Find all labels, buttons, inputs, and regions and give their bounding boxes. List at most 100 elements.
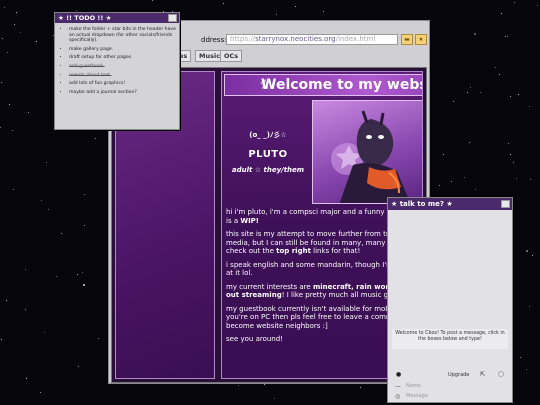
star-dot	[439, 185, 440, 186]
todo-item: rework about text.	[69, 73, 179, 79]
star-icon[interactable]: ★	[415, 34, 427, 45]
star-dot	[526, 369, 527, 370]
user-icon[interactable]: ●	[396, 371, 401, 378]
profile-tagline: adult ☆ they/them	[231, 166, 305, 174]
star-dot	[475, 189, 476, 190]
name-field-icon: —	[395, 383, 401, 390]
banner-text: Welcome to my webs	[261, 77, 423, 93]
star-dot	[530, 179, 531, 180]
star-dot	[274, 398, 275, 399]
bio-line: become website neighbors :]	[226, 322, 328, 330]
bio-bold-text: WIP!	[240, 216, 259, 225]
star-dot	[98, 338, 99, 339]
star-dot	[56, 276, 57, 277]
star-dot	[25, 269, 26, 270]
bio-bold-text: top right	[276, 247, 311, 255]
todo-title: ★ !! TODO !! ★	[58, 14, 112, 22]
bio-text-segment: i speak english and some mandarin, thoug…	[226, 260, 413, 269]
todo-item: make gallery page.	[69, 47, 179, 53]
avatar-image	[312, 100, 422, 204]
star-dot	[323, 11, 324, 12]
star-dot	[48, 209, 49, 210]
star-dot	[499, 74, 500, 75]
star-dot	[529, 306, 530, 307]
tab-ocs[interactable]: OCs	[220, 50, 243, 62]
star-dot	[1, 82, 2, 83]
close-icon[interactable]	[501, 200, 510, 208]
message-field-icon: ◎	[395, 393, 401, 400]
bio-line: i speak english and some mandarin, thoug…	[226, 261, 413, 269]
chat-title: ★ talk to me? ★	[391, 200, 453, 208]
star-dot	[520, 357, 521, 358]
star-dot	[25, 309, 26, 310]
star-dot	[13, 189, 14, 190]
star-dot	[26, 378, 27, 379]
star-dot	[513, 162, 514, 163]
star-dot	[61, 233, 62, 234]
address-label: ddress:	[201, 36, 227, 44]
address-input[interactable]: https://starrynox.neocities.org/index.ht…	[226, 34, 398, 45]
kaomoji: (o_ _)ﾉ彡☆	[249, 131, 287, 139]
star-dot	[4, 7, 5, 8]
star-dot	[516, 178, 517, 179]
star-dot	[537, 5, 538, 6]
star-dot	[16, 12, 17, 13]
bio-bold-text: out streaming	[226, 291, 282, 299]
todo-titlebar[interactable]: ★ !! TODO !! ★	[55, 13, 179, 23]
bio-bold-text: minecraft, rain world	[312, 282, 397, 291]
star-dot	[507, 36, 508, 37]
star-dot	[532, 255, 533, 256]
bio-line: see you around!	[226, 335, 283, 343]
bio-text-segment: at it lol.	[226, 269, 253, 277]
star-dot	[14, 24, 15, 25]
close-icon[interactable]	[168, 14, 177, 22]
bio-text-segment: is a	[226, 216, 241, 225]
bio-line: this site is my attempt to move further …	[226, 230, 413, 238]
chat-window: ★ talk to me? ★ Welcome to Cbox! To post…	[387, 197, 513, 403]
url-prefix: https://	[230, 35, 256, 43]
folder-icon[interactable]: ▬	[401, 34, 413, 45]
upgrade-link[interactable]: Upgrade	[448, 372, 469, 378]
star-dot	[238, 385, 239, 386]
star-dot	[77, 274, 78, 275]
profile-block: (o_ _)ﾉ彡☆ PLUTO adult ☆ they/them	[226, 108, 310, 174]
welcome-banner: Welcome to my webs ☆	[224, 74, 423, 96]
star-dot	[12, 130, 13, 131]
todo-item: make the folder + star bits in the heade…	[69, 27, 179, 44]
bio-text-segment: this site is my attempt to move further …	[226, 230, 413, 238]
star-dot	[20, 32, 21, 33]
url-domain: starrynox.neocities.org	[255, 35, 336, 43]
bio-text-segment: links for that!	[310, 247, 361, 255]
bio-line: out streaming! I like pretty much all mu…	[226, 291, 410, 299]
star-dot	[46, 162, 47, 163]
todo-item: add lots of fun graphics!	[69, 81, 179, 87]
star-dot	[508, 143, 509, 144]
chat-name-field[interactable]: — Name	[392, 382, 508, 391]
bio-text-segment: media, but I can still be found in many,…	[226, 238, 413, 247]
refresh-icon[interactable]	[498, 371, 504, 377]
bio-text-segment: my current interests are	[226, 282, 313, 291]
chat-titlebar[interactable]: ★ talk to me? ★	[388, 198, 512, 210]
star-dot	[84, 194, 85, 195]
bio-text-segment: see you around!	[226, 335, 283, 343]
star-dot	[469, 142, 470, 143]
star-dot	[510, 154, 511, 155]
star-dot	[295, 6, 296, 7]
bio-line: my current interests are minecraft, rain…	[226, 283, 414, 291]
star-dot	[505, 36, 506, 37]
star-dot	[470, 87, 471, 88]
star-dot	[276, 14, 277, 15]
profile-name: PLUTO	[248, 149, 288, 160]
todo-window: ★ !! TODO !! ★ make the folder + star bi…	[54, 12, 180, 130]
star-dot	[510, 96, 511, 97]
bio-text-segment: hi i'm pluto, i'm a compsci major and a …	[226, 208, 412, 216]
bio-line: is a WIP!	[226, 217, 259, 225]
star-dot	[41, 200, 42, 201]
star-dot	[9, 104, 10, 105]
bio-text-segment: you're on PC then pls feel free to leave…	[226, 313, 414, 321]
star-dot	[36, 41, 37, 42]
star-dot	[76, 10, 77, 11]
external-link-icon[interactable]: ⇱	[480, 371, 485, 378]
star-dot	[6, 300, 7, 301]
chat-message-field[interactable]: ◎ Message	[392, 392, 508, 401]
